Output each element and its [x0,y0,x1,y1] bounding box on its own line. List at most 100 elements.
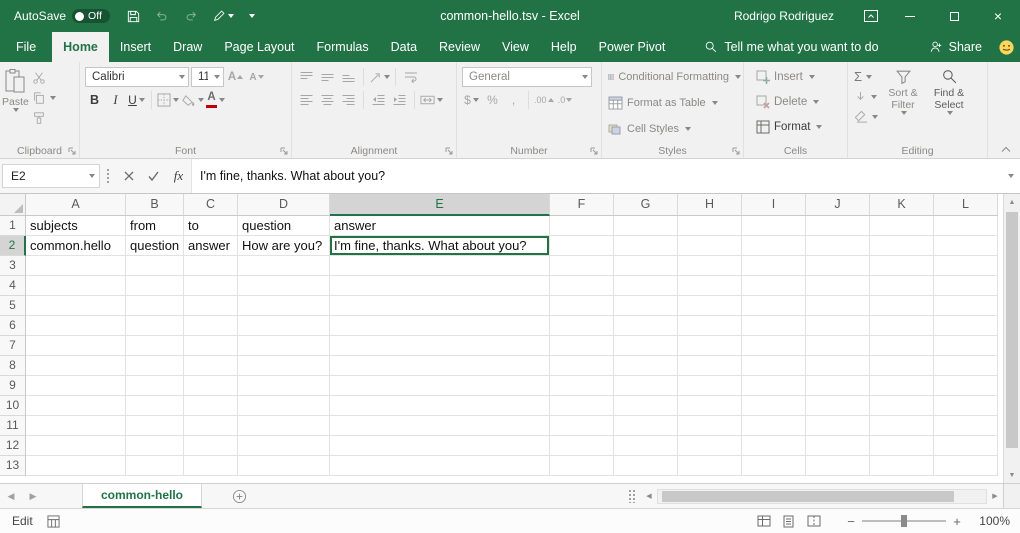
cell-D13[interactable] [238,456,330,476]
name-box-dropdown[interactable] [83,174,99,178]
redo-button[interactable] [183,9,199,23]
clipboard-dialog-launcher[interactable] [68,147,76,155]
name-box[interactable]: E2 [2,164,100,188]
cell-B13[interactable] [126,456,184,476]
inking-button[interactable] [212,9,234,23]
cell-B3[interactable] [126,256,184,276]
cell-D9[interactable] [238,376,330,396]
align-bottom-button[interactable] [339,67,358,87]
number-dialog-launcher[interactable] [590,147,598,155]
row-header-6[interactable]: 6 [0,316,26,336]
cell-K1[interactable] [870,216,934,236]
hscroll-left-button[interactable]: ◀ [641,484,657,508]
cell-A7[interactable] [26,336,126,356]
autosum-button[interactable]: Σ [854,68,878,85]
cell-C12[interactable] [184,436,238,456]
sort-filter-button[interactable]: Sort & Filter [880,64,926,143]
cell-J8[interactable] [806,356,870,376]
formula-bar-resize-handle[interactable] [106,168,110,184]
cell-B5[interactable] [126,296,184,316]
cell-H5[interactable] [678,296,742,316]
cell-styles-button[interactable]: Cell Styles [604,116,741,142]
cell-L1[interactable] [934,216,998,236]
clear-button[interactable] [854,108,878,125]
minimize-button[interactable] [888,0,932,32]
cell-K8[interactable] [870,356,934,376]
cell-I2[interactable] [742,236,806,256]
zoom-slider-thumb[interactable] [901,515,907,527]
cell-H2[interactable] [678,236,742,256]
tab-scrollbar-splitter[interactable] [628,489,635,503]
tab-help[interactable]: Help [540,32,588,62]
cell-L7[interactable] [934,336,998,356]
cell-C6[interactable] [184,316,238,336]
cell-L11[interactable] [934,416,998,436]
font-dialog-launcher[interactable] [280,147,288,155]
cell-A13[interactable] [26,456,126,476]
cell-K13[interactable] [870,456,934,476]
user-name[interactable]: Rodrigo Rodriguez [734,9,834,23]
cell-G1[interactable] [614,216,678,236]
align-left-button[interactable] [297,90,316,110]
tab-insert[interactable]: Insert [109,32,162,62]
hscroll-right-button[interactable]: ▶ [987,484,1003,508]
increase-indent-button[interactable] [390,90,409,110]
cell-H6[interactable] [678,316,742,336]
cell-E9[interactable] [330,376,550,396]
cell-D3[interactable] [238,256,330,276]
cell-H7[interactable] [678,336,742,356]
cell-F1[interactable] [550,216,614,236]
cell-E3[interactable] [330,256,550,276]
cell-F12[interactable] [550,436,614,456]
conditional-formatting-button[interactable]: Conditional Formatting [604,64,741,90]
cell-L3[interactable] [934,256,998,276]
cell-L12[interactable] [934,436,998,456]
cell-A11[interactable] [26,416,126,436]
page-layout-view-button[interactable] [776,510,801,532]
comma-style-button[interactable]: , [504,90,523,110]
cell-C4[interactable] [184,276,238,296]
cell-G5[interactable] [614,296,678,316]
horizontal-scrollbar[interactable] [657,489,987,504]
row-header-4[interactable]: 4 [0,276,26,296]
column-header-A[interactable]: A [26,194,126,216]
cell-I5[interactable] [742,296,806,316]
cell-J1[interactable] [806,216,870,236]
number-format-select[interactable]: General [462,67,592,87]
increase-decimal-button[interactable]: .00 [534,90,554,110]
vertical-scrollbar-thumb[interactable] [1006,212,1018,448]
cell-F10[interactable] [550,396,614,416]
row-header-5[interactable]: 5 [0,296,26,316]
cell-E4[interactable] [330,276,550,296]
cell-J6[interactable] [806,316,870,336]
cell-I8[interactable] [742,356,806,376]
cell-G8[interactable] [614,356,678,376]
cell-C7[interactable] [184,336,238,356]
cell-G13[interactable] [614,456,678,476]
decrease-indent-button[interactable] [369,90,388,110]
cell-B10[interactable] [126,396,184,416]
font-name-select[interactable]: Calibri [85,67,189,87]
column-header-I[interactable]: I [742,194,806,216]
column-header-D[interactable]: D [238,194,330,216]
sheet-nav-left-button[interactable]: ◀ [0,484,22,508]
wrap-text-button[interactable] [401,67,420,87]
column-header-F[interactable]: F [550,194,614,216]
cell-J4[interactable] [806,276,870,296]
cell-F6[interactable] [550,316,614,336]
cut-button[interactable] [32,69,56,86]
collapse-ribbon-button[interactable] [1001,146,1011,153]
orientation-button[interactable] [369,67,390,87]
macro-record-button[interactable] [47,515,60,528]
cell-L6[interactable] [934,316,998,336]
merge-center-button[interactable] [420,90,443,110]
cell-B1[interactable]: from [126,216,184,236]
cell-C13[interactable] [184,456,238,476]
italic-button[interactable]: I [106,90,125,110]
cell-B9[interactable] [126,376,184,396]
fill-color-button[interactable] [181,90,204,110]
cancel-button[interactable] [116,164,141,188]
cell-G11[interactable] [614,416,678,436]
undo-button[interactable] [154,9,170,23]
column-header-G[interactable]: G [614,194,678,216]
